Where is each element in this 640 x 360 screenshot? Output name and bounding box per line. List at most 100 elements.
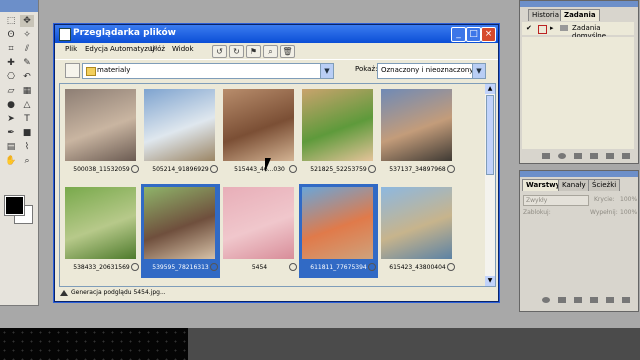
brush-icon[interactable]: ✎ — [20, 57, 34, 69]
delete-icon[interactable]: 🗑 — [280, 45, 295, 58]
menu-plik[interactable]: Plik — [65, 45, 77, 53]
thumbnail-image[interactable] — [144, 89, 215, 161]
expand-triangle-icon[interactable] — [60, 290, 68, 296]
maximize-button[interactable]: □ — [466, 27, 481, 42]
healing-icon[interactable]: ✚ — [4, 57, 18, 69]
rotate-icon[interactable] — [368, 263, 376, 271]
magic-wand-icon[interactable]: ✧ — [20, 29, 34, 41]
mask-icon[interactable] — [574, 297, 582, 303]
eraser-icon[interactable]: ▱ — [4, 85, 18, 97]
slice-icon[interactable]: ⫽ — [20, 43, 34, 55]
tab-historia[interactable]: Historia — [528, 9, 563, 21]
menu-uloz[interactable]: Ułóż — [150, 45, 165, 53]
panel-grip[interactable] — [520, 171, 638, 177]
play-icon[interactable] — [574, 153, 582, 159]
history-brush-icon[interactable]: ↶ — [20, 71, 34, 83]
thumbnail[interactable]: 539595_78216313 — [141, 184, 220, 278]
thumbnail[interactable]: 615423_43800404 — [378, 184, 457, 278]
lasso-icon[interactable]: ʘ — [4, 29, 18, 41]
title-bar[interactable]: Przeglądarka plików _ □ × — [55, 25, 498, 43]
stamp-icon[interactable]: ⎔ — [4, 71, 18, 83]
rotate-icon[interactable] — [210, 165, 218, 173]
eyedropper-icon[interactable]: ⌇ — [20, 141, 34, 153]
link-icon[interactable] — [542, 297, 550, 303]
dialog-toggle-icon[interactable] — [538, 25, 547, 34]
scroll-thumb[interactable] — [486, 95, 494, 175]
shape-icon[interactable]: ■ — [20, 127, 34, 139]
sharpen-icon[interactable]: △ — [20, 99, 34, 111]
hand-icon[interactable]: ✋ — [4, 155, 18, 167]
thumbnail-image[interactable] — [144, 187, 215, 259]
tab-sciezki[interactable]: Ścieżki — [588, 179, 621, 191]
show-filter-select[interactable]: Oznaczony i nieoznaczony ▼ — [377, 63, 486, 79]
action-set-row[interactable]: ✔ ▸ Zadania domyślne — [522, 22, 634, 40]
rotate-icon[interactable] — [131, 263, 139, 271]
marquee-icon[interactable]: ⬚ — [4, 15, 18, 27]
thumbnail[interactable]: 521825_52253759 — [299, 86, 378, 180]
minimize-button[interactable]: _ — [451, 27, 466, 42]
folder-select[interactable]: materialy ▼ — [82, 63, 334, 79]
style-icon[interactable] — [558, 297, 566, 303]
expand-icon[interactable]: ▸ — [550, 24, 554, 32]
delete-icon[interactable] — [622, 153, 630, 159]
close-button[interactable]: × — [481, 27, 496, 42]
adjustment-icon[interactable] — [590, 297, 598, 303]
folder-up-icon[interactable] — [65, 63, 80, 78]
scroll-down-icon[interactable]: ▼ — [485, 276, 495, 286]
crop-icon[interactable]: ⌗ — [4, 43, 18, 55]
menu-automatyzuj[interactable]: Automatyzuj — [110, 45, 154, 53]
opacity-value[interactable]: 100% — [620, 196, 637, 203]
rotate-icon[interactable] — [289, 165, 297, 173]
path-select-icon[interactable]: ➤ — [4, 113, 18, 125]
thumbnail-image[interactable] — [302, 187, 373, 259]
flag-icon[interactable]: ⚑ — [246, 45, 261, 58]
toolbox-grip[interactable] — [0, 0, 38, 12]
chevron-down-icon[interactable]: ▼ — [320, 64, 333, 78]
rotate-icon[interactable] — [447, 263, 455, 271]
tab-zadania[interactable]: Zadania — [560, 9, 600, 21]
thumbnail-image[interactable] — [381, 187, 452, 259]
thumbnail-image[interactable] — [302, 89, 373, 161]
rotate-icon[interactable] — [210, 263, 218, 271]
new-set-icon[interactable] — [590, 153, 598, 159]
rotate-icon[interactable] — [368, 165, 376, 173]
thumbnail[interactable]: 505214_91896929 — [141, 86, 220, 180]
menu-edycja[interactable]: Edycja — [85, 45, 108, 53]
tab-kanaly[interactable]: Kanały — [558, 179, 590, 191]
thumbnail[interactable]: 5454 — [220, 184, 299, 278]
rotate-left-icon[interactable]: ↺ — [212, 45, 227, 58]
menu-widok[interactable]: Widok — [172, 45, 194, 53]
search-icon[interactable]: ⌕ — [263, 45, 278, 58]
stop-icon[interactable] — [542, 153, 550, 159]
thumbnail[interactable]: 538433_20631569 — [62, 184, 141, 278]
thumbnail-image[interactable] — [381, 89, 452, 161]
pen-icon[interactable]: ✒ — [4, 127, 18, 139]
gradient-icon[interactable]: ▦ — [20, 85, 34, 97]
thumbnail-image[interactable] — [65, 187, 136, 259]
check-icon[interactable]: ✔ — [526, 24, 532, 32]
chevron-down-icon[interactable]: ▼ — [472, 64, 485, 78]
foreground-color-swatch[interactable] — [4, 195, 25, 216]
delete-icon[interactable] — [622, 297, 630, 303]
thumbnail[interactable]: 500038_11532059 — [62, 86, 141, 180]
thumbnail-image[interactable] — [223, 89, 294, 161]
rotate-icon[interactable] — [447, 165, 455, 173]
move-icon[interactable]: ✥ — [20, 15, 34, 27]
fill-value[interactable]: 100% — [620, 209, 637, 216]
type-icon[interactable]: T — [20, 113, 34, 125]
vertical-scrollbar[interactable]: ▲ ▼ — [485, 83, 496, 287]
rotate-icon[interactable] — [289, 263, 297, 271]
dodge-icon[interactable]: ● — [4, 99, 18, 111]
new-action-icon[interactable] — [606, 153, 614, 159]
thumbnail[interactable]: 537137_34897968 — [378, 86, 457, 180]
rotate-icon[interactable] — [131, 165, 139, 173]
blend-mode-select[interactable]: Zwykły — [523, 195, 589, 206]
panel-grip[interactable] — [520, 1, 638, 7]
thumbnail[interactable]: 611811_77675394 — [299, 184, 378, 278]
scroll-up-icon[interactable]: ▲ — [485, 84, 495, 94]
new-layer-icon[interactable] — [606, 297, 614, 303]
thumbnail-image[interactable] — [65, 89, 136, 161]
record-icon[interactable] — [558, 153, 566, 159]
thumbnail-image[interactable] — [223, 187, 294, 259]
zoom-icon[interactable]: ⌕ — [20, 155, 34, 167]
